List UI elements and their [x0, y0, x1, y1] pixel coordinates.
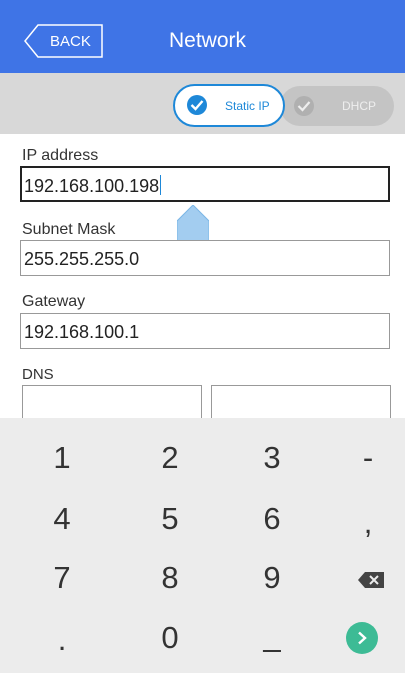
- key-9[interactable]: 9: [222, 548, 322, 608]
- subnet-mask-input[interactable]: 255.255.255.0: [20, 240, 390, 276]
- backspace-icon: [358, 572, 384, 588]
- gateway-value: 192.168.100.1: [24, 322, 140, 342]
- text-cursor: [160, 175, 162, 195]
- key-6[interactable]: 6: [222, 489, 322, 549]
- key-8[interactable]: 8: [120, 548, 220, 608]
- key-1[interactable]: 1: [12, 428, 112, 488]
- key-0[interactable]: 0: [120, 608, 220, 668]
- chevron-right-icon: [358, 631, 367, 645]
- dhcp-option[interactable]: DHCP: [280, 86, 394, 126]
- subnet-mask-label: Subnet Mask: [22, 221, 116, 238]
- ip-address-input[interactable]: 192.168.100.198: [20, 166, 390, 202]
- key-dot[interactable]: .: [12, 610, 112, 670]
- backspace-key[interactable]: [318, 548, 405, 608]
- gateway-input[interactable]: 192.168.100.1: [20, 313, 390, 349]
- check-icon: [187, 95, 207, 115]
- enter-button[interactable]: [346, 622, 378, 654]
- header-bar: BACK Network: [0, 0, 405, 73]
- ip-address-label: IP address: [22, 147, 99, 164]
- dhcp-label: DHCP: [342, 99, 377, 113]
- subnet-mask-value: 255.255.255.0: [24, 249, 140, 269]
- dns-label: DNS: [22, 366, 54, 383]
- key-5[interactable]: 5: [120, 489, 220, 549]
- static-ip-option[interactable]: Static IP: [173, 84, 285, 127]
- key-comma[interactable]: ,: [318, 493, 405, 553]
- check-icon: [294, 96, 314, 116]
- key-dash[interactable]: -: [318, 428, 405, 488]
- key-2[interactable]: 2: [120, 428, 220, 488]
- key-4[interactable]: 4: [12, 489, 112, 549]
- ip-address-value: 192.168.100.198: [24, 176, 160, 196]
- key-3[interactable]: 3: [222, 428, 322, 488]
- gateway-label: Gateway: [22, 293, 86, 310]
- key-underscore[interactable]: _: [222, 606, 322, 666]
- key-7[interactable]: 7: [12, 548, 112, 608]
- page-title: Network: [168, 29, 247, 52]
- static-ip-label: Static IP: [225, 99, 270, 113]
